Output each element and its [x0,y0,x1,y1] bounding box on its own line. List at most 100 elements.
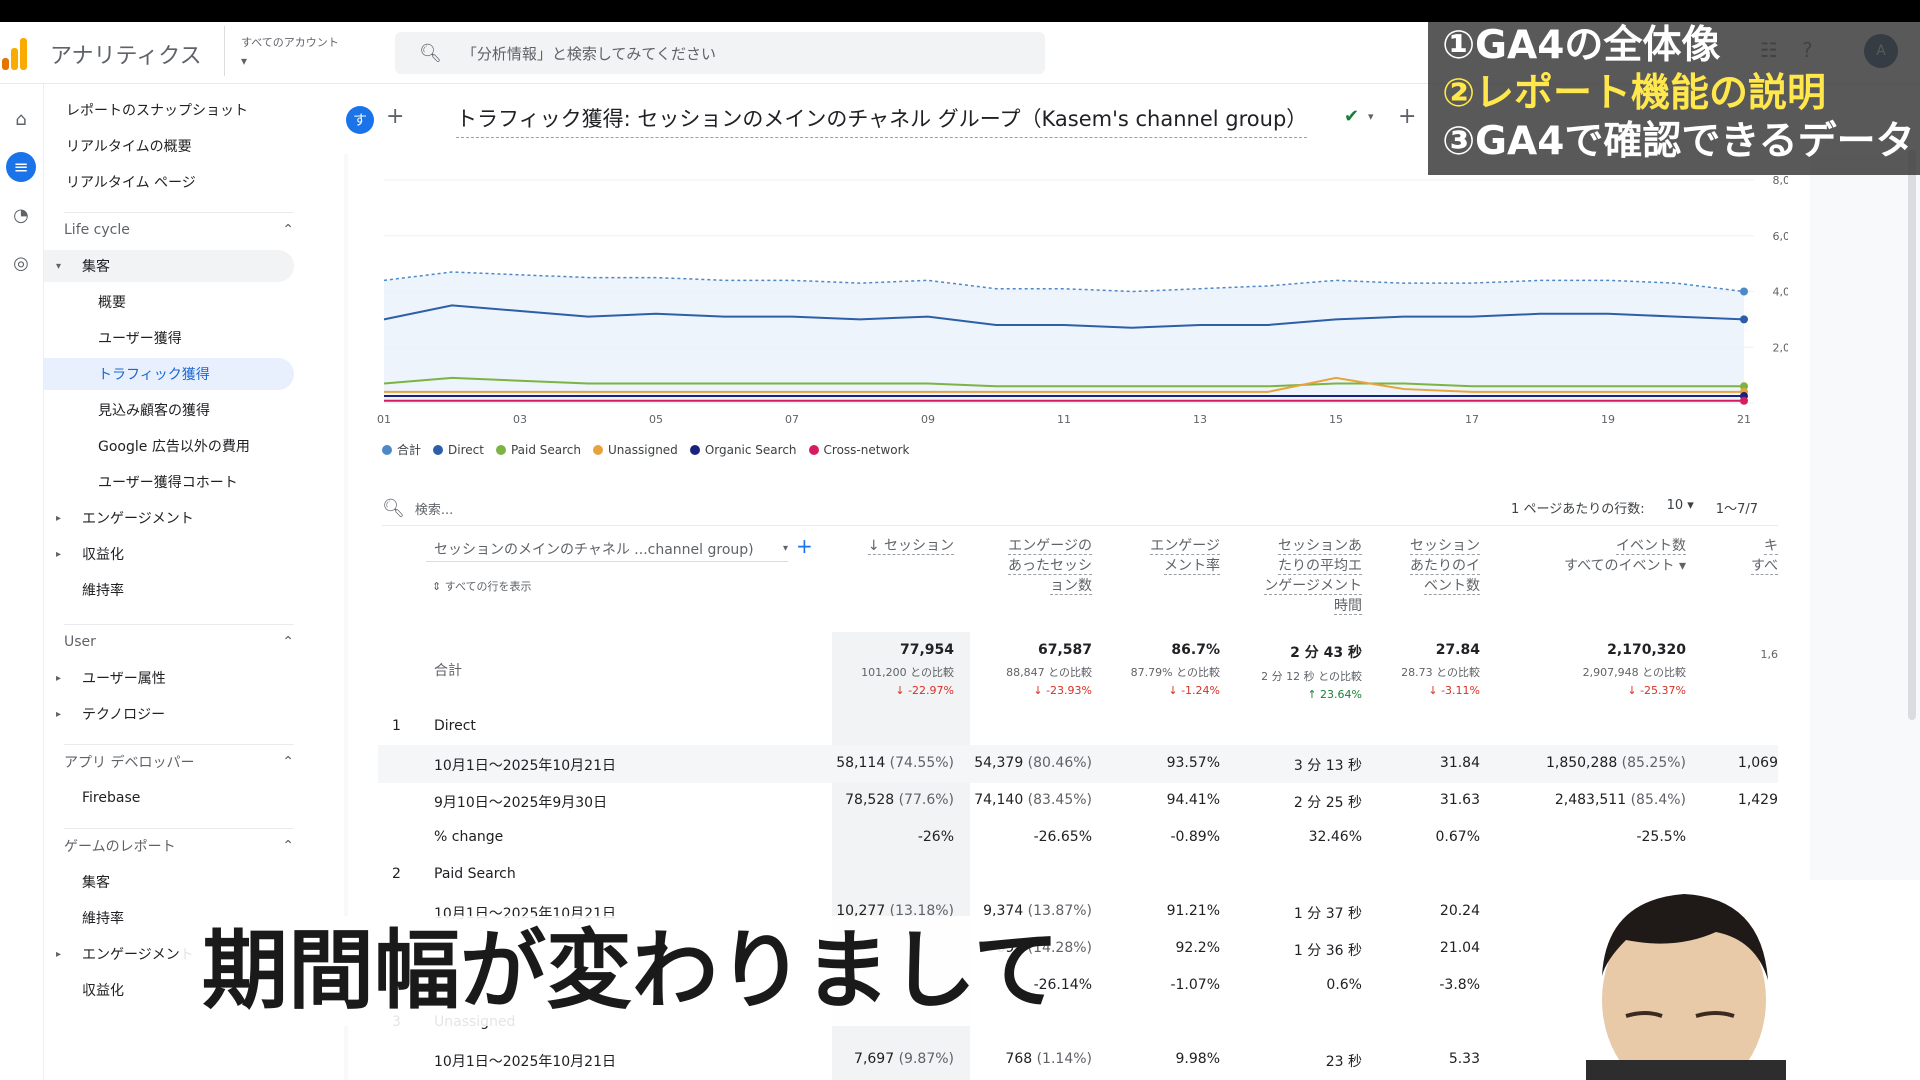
nav-traffic-acquisition[interactable]: トラフィック獲得 [44,358,294,390]
global-search-input[interactable]: 🔍︎ 「分析情報」と検索してみてください [395,32,1045,74]
table-cell: 768 (1.14%) [922,1051,1092,1067]
table-row[interactable]: 9月10日～2025年9月30日 78,528 (77.6%) 74,140 (83… [378,782,1778,820]
check-circle-icon[interactable]: ✔ [1344,106,1359,127]
x-tick-label: 05 [649,413,663,426]
legend-swatch [808,444,819,455]
column-header[interactable]: キすべ [1718,536,1778,576]
app-name: アナリティクス [50,44,202,69]
cell-value: 768 [1005,1051,1033,1067]
nav-realtime-overview[interactable]: リアルタイムの概要 [44,130,294,162]
comparison-chip[interactable]: す [346,106,374,134]
legend-label: Paid Search [510,442,581,457]
total-compare: 28.73 との比較 [1401,666,1480,679]
chevron-down-icon[interactable]: ▾ [1368,110,1374,123]
column-header-text: たりの平均エ [1278,558,1362,575]
account-selector[interactable]: すべてのアカウント ▾ [224,26,339,76]
outline-line-1: ①GA4の全体像 [1442,23,1721,68]
legend-item[interactable]: Cross-network [808,441,910,458]
y-tick-label: 6,000 [1773,230,1789,243]
caret-down-icon: ▾ [56,260,62,272]
scrollbar[interactable] [1908,150,1916,720]
presenter-picture [1566,880,1920,1080]
totals-cell: 86.7% 87.79% との比較 ↓ -1.24% [1110,642,1220,697]
section-lifecycle[interactable]: Life cycle ⌃ [64,212,294,246]
legend-swatch [495,444,506,455]
legend-label: Organic Search [704,442,797,457]
column-header[interactable]: エンゲージの あったセッシ ョン数 [962,536,1092,596]
legend-item[interactable]: Direct [433,441,484,458]
chevron-up-icon: ⌃ [282,221,294,238]
column-header[interactable]: セッション あたりのイ ベント数 [1370,536,1480,596]
total-compare: 87.79% との比較 [1130,666,1220,679]
nav-label: テクノロジー [82,707,166,723]
column-header-text: ベント数 [1424,578,1480,595]
column-header-text: あったセッシ [1008,558,1092,575]
column-header[interactable]: エンゲージ メント率 [1110,536,1220,576]
cell-value: 78,528 [845,792,895,808]
table-search-input[interactable]: 検索... [415,499,453,518]
section-title: アプリ デベロッパー [64,754,195,771]
column-header[interactable]: セッションあ たりの平均エ ンゲージメント 時間 [1232,536,1362,616]
totals-cell: 2,170,320 2,907,948 との比較 ↓ -25.37% [1496,642,1686,697]
column-header[interactable]: ↓ セッション [824,536,954,556]
reports-icon[interactable]: ≡ [6,152,36,182]
nav-retention[interactable]: 維持率 [44,574,294,606]
column-header[interactable]: イベント数 すべてのイベント ▾ [1496,536,1686,576]
nav-report-snapshot[interactable]: レポートのスナップショット [44,94,294,126]
nav-lead-acquisition[interactable]: 見込み顧客の獲得 [44,394,294,426]
home-icon[interactable]: ⌂ [6,104,36,134]
section-games[interactable]: ゲームのレポート ⌃ [64,828,294,862]
nav-games-acquisition[interactable]: 集客 [44,866,294,898]
add-button[interactable]: + [1398,104,1416,129]
nav-acq-overview[interactable]: 概要 [44,286,294,318]
column-header-text: セッション [1410,538,1480,555]
column-header-text: エンゲージの [1008,538,1092,555]
table-row[interactable]: 1 Direct [378,708,1778,746]
table-row[interactable]: 10月1日～2025年10月21日 58,114 (74.55%) 54,379 (… [378,745,1778,783]
analytics-logo-icon[interactable] [0,36,30,70]
total-value: 77,954 [899,642,954,658]
advertising-icon[interactable]: ◎ [6,248,36,278]
rows-per-page-select[interactable]: 10 ▾ [1667,498,1694,517]
legend-item[interactable]: Organic Search [689,441,797,458]
nav-user-attributes[interactable]: ▸ ユーザー属性 [44,662,294,694]
cell-value: 21.04 [1439,940,1480,956]
nav-monetization[interactable]: ▸ 収益化 [44,538,294,570]
nav-user-acquisition[interactable]: ユーザー獲得 [44,322,294,354]
legend-swatch [382,444,392,455]
cell-value: -25.5% [1636,829,1686,845]
nav-technology[interactable]: ▸ テクノロジー [44,698,294,730]
section-user[interactable]: User ⌃ [64,624,294,658]
dimension-selector[interactable]: セッションのメインのチャネル ...channel group) ▾ [426,536,788,562]
caret-right-icon: ▸ [56,948,62,960]
explore-icon[interactable]: ◔ [6,200,36,230]
table-cell: 1,069 [1678,755,1778,771]
page-title[interactable]: トラフィック獲得: セッションのメインのチャネル グループ（Kasem's ch… [456,103,1308,138]
table-cell: 74,140 (83.45%) [922,792,1092,808]
legend-label: 合計 [397,443,422,457]
total-change: ↓ -25.37% [1627,684,1686,697]
nav-firebase[interactable]: Firebase [44,782,294,814]
nav-user-acq-cohort[interactable]: ユーザー獲得コホート [44,466,294,498]
table-cell: 21.04 [1330,940,1480,956]
table-row[interactable]: % change -26% -26.65% -0.89% 32.46% 0.67% -25.… [378,819,1778,857]
add-dimension-button[interactable]: + [796,534,813,558]
x-tick-label: 19 [1601,413,1615,426]
caret-right-icon: ▸ [56,708,62,720]
legend-item[interactable]: Unassigned [593,441,678,458]
total-change: ↓ -1.24% [1168,684,1220,697]
nav-realtime-pages[interactable]: リアルタイム ページ [44,166,294,198]
section-app-developer[interactable]: アプリ デベロッパー ⌃ [64,744,294,778]
x-tick-label: 03 [513,413,527,426]
legend-swatch [433,444,444,455]
nav-label: エンゲージメント [82,511,194,527]
dimension-label: セッションのメインのチャネル ...channel group) [434,541,754,558]
legend-label: Unassigned [608,442,678,457]
add-comparison-button[interactable]: + [386,104,404,129]
nav-engagement[interactable]: ▸ エンゲージメント [44,502,294,534]
nav-acquisition[interactable]: ▾ 集客 [44,250,294,282]
nav-non-google-cost[interactable]: Google 広告以外の費用 [44,430,294,462]
legend-item[interactable]: Paid Search [495,441,581,458]
legend-item[interactable]: 合計 [382,441,421,458]
show-all-rows-button[interactable]: ⇕ すべての行を表示 [432,578,532,594]
